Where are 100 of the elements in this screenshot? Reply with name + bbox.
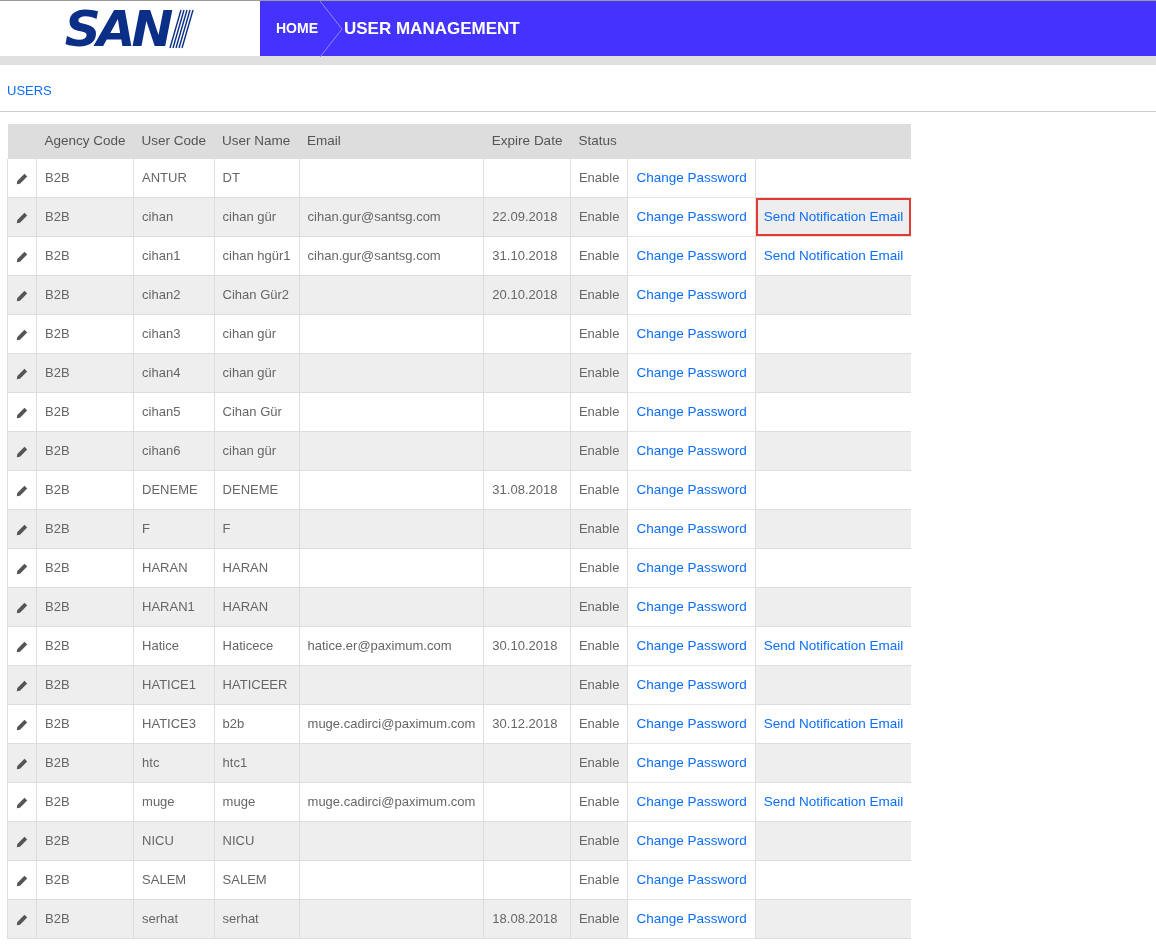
change-password-link[interactable]: Change Password	[636, 403, 747, 419]
table-cell-text: Cihan Gür	[222, 404, 282, 420]
table-cell-text: Enable	[578, 404, 620, 420]
table-cell-text: 30.12.2018	[492, 716, 558, 732]
pencil-icon[interactable]	[16, 445, 28, 458]
table-cell-text: B2B	[45, 755, 70, 771]
pencil-icon[interactable]	[16, 367, 28, 380]
send-notification-link[interactable]: Send Notification Email	[763, 247, 904, 263]
pencil-icon[interactable]	[16, 562, 28, 575]
pencil-icon[interactable]	[16, 835, 28, 848]
pencil-icon[interactable]	[16, 718, 28, 731]
table-cell-text: Enable	[578, 911, 620, 927]
table-cell-text: B2B	[45, 638, 70, 654]
pencil-icon[interactable]	[16, 289, 28, 302]
change-password-link[interactable]: Change Password	[636, 442, 747, 458]
table-cell-text: DENEME	[222, 482, 279, 498]
column-header: Agency Code	[36, 123, 134, 159]
table-cell-text: cihan.gur@santsg.com	[307, 209, 441, 225]
change-password-link[interactable]: Change Password	[636, 169, 747, 185]
table-cell-text: cihan4	[142, 365, 181, 381]
change-password-link[interactable]: Change Password	[636, 793, 747, 809]
table-cell-text: cihan1	[142, 248, 181, 264]
table-cell-text: F	[142, 521, 150, 537]
table-cell-text: Enable	[578, 794, 620, 810]
pencil-icon[interactable]	[16, 679, 28, 692]
send-notification-link[interactable]: Send Notification Email	[763, 793, 904, 809]
change-password-link[interactable]: Change Password	[636, 715, 747, 731]
change-password-link[interactable]: Change Password	[636, 520, 747, 536]
change-password-link[interactable]: Change Password	[636, 247, 747, 263]
table-cell-text: Enable	[578, 482, 620, 498]
change-password-link[interactable]: Change Password	[636, 286, 747, 302]
table-cell-text: Cihan Gür2	[222, 287, 290, 303]
change-password-link[interactable]: Change Password	[636, 325, 747, 341]
table-cell-text: cihan gür	[222, 326, 277, 342]
table-cell-text: B2B	[45, 287, 70, 303]
breadcrumb-link[interactable]: HOME	[276, 18, 318, 39]
table-cell-text: muge.cadirci@paximum.com	[307, 716, 476, 732]
pencil-icon[interactable]	[16, 601, 28, 614]
table-cell-text: Enable	[578, 755, 620, 771]
change-password-link[interactable]: Change Password	[636, 832, 747, 848]
table-cell-text: 31.08.2018	[492, 482, 558, 498]
column-header: Status	[570, 123, 628, 159]
table-cell-text: Enable	[578, 170, 620, 185]
table-cell-text: Enable	[578, 677, 620, 693]
table-cell-text: B2B	[45, 716, 70, 732]
logo-stripes-icon	[169, 8, 196, 49]
table-cell-text: B2B	[45, 911, 70, 927]
change-password-link[interactable]: Change Password	[636, 598, 747, 614]
table-cell-text: B2B	[45, 599, 70, 615]
table-cell-text: Enable	[578, 560, 620, 576]
table-cell-text: muge.cadirci@paximum.com	[307, 794, 476, 810]
table-cell-text: cihan	[142, 209, 174, 225]
table-cell-text: cihan hgür1	[222, 248, 291, 264]
change-password-link[interactable]: Change Password	[636, 559, 747, 575]
change-password-link[interactable]: Change Password	[636, 754, 747, 770]
change-password-link[interactable]: Change Password	[636, 208, 747, 224]
table-cell-text: B2B	[45, 209, 70, 225]
table-cell-text: B2B	[45, 248, 70, 264]
table-cell-text: serhat	[142, 911, 179, 927]
pencil-icon[interactable]	[16, 406, 28, 419]
pencil-icon[interactable]	[16, 523, 28, 536]
pencil-icon[interactable]	[16, 172, 28, 185]
pencil-icon[interactable]	[16, 874, 28, 887]
table-cell-text: Enable	[578, 872, 620, 888]
table-cell-text: ANTUR	[142, 170, 187, 185]
change-password-link[interactable]: Change Password	[636, 481, 747, 497]
column-header: User Name	[214, 123, 300, 159]
change-password-link[interactable]: Change Password	[636, 676, 747, 692]
table-cell-text: Enable	[578, 209, 620, 225]
change-password-link[interactable]: Change Password	[636, 910, 747, 926]
change-password-link[interactable]: Change Password	[636, 364, 747, 380]
pencil-icon[interactable]	[16, 640, 28, 653]
column-header: Email	[299, 123, 484, 159]
pencil-icon[interactable]	[16, 796, 28, 809]
table-cell-text: hatice.er@paximum.com	[307, 638, 452, 654]
send-notification-link[interactable]: Send Notification Email	[763, 637, 904, 653]
pencil-icon[interactable]	[16, 328, 28, 341]
send-notification-link[interactable]: Send Notification Email	[763, 715, 904, 731]
table-cell-text: cihan gür	[222, 443, 277, 459]
table-cell-text: F	[222, 521, 231, 537]
table-cell-text: cihan5	[142, 404, 181, 420]
table-cell-text: B2B	[45, 560, 70, 576]
pencil-icon[interactable]	[16, 211, 28, 224]
table-cell-text: NICU	[142, 833, 174, 849]
send-notification-link[interactable]: Send Notification Email	[763, 208, 904, 224]
table-cell-text: Enable	[578, 443, 620, 459]
table-cell-text: Enable	[578, 248, 620, 264]
column-header: User Code	[133, 123, 215, 159]
table-cell-text: B2B	[45, 170, 70, 185]
breadcrumb-current: USER MANAGEMENT	[344, 17, 520, 40]
pencil-icon[interactable]	[16, 913, 28, 926]
pencil-icon[interactable]	[16, 757, 28, 770]
change-password-link[interactable]: Change Password	[636, 871, 747, 887]
change-password-link[interactable]: Change Password	[636, 637, 747, 653]
table-cell-text: B2B	[45, 677, 70, 693]
table-cell-text: 18.08.2018	[492, 911, 558, 927]
table-cell-text: B2B	[45, 833, 70, 849]
pencil-icon[interactable]	[16, 250, 28, 263]
table-cell-text: HATICE1	[142, 677, 196, 693]
pencil-icon[interactable]	[16, 484, 28, 497]
